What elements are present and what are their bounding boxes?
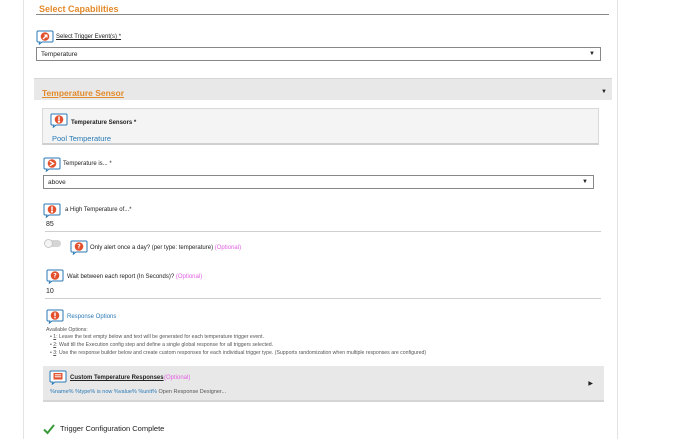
comparison-icon <box>43 157 61 172</box>
temperature-sensor-title: Temperature Sensor <box>42 88 125 98</box>
temperature-is-select[interactable]: above ▼ <box>43 175 594 189</box>
svg-text:?: ? <box>53 273 57 280</box>
custom-responses-icon <box>49 370 67 385</box>
question-icon: ? <box>46 269 64 284</box>
config-page: Select Capabilities Select Trigger Event… <box>23 0 618 439</box>
svg-text:?: ? <box>77 244 81 251</box>
temperature-sensors-label: Temperature Sensors * <box>71 120 137 126</box>
once-a-day-toggle[interactable] <box>44 239 61 248</box>
response-option-1: • 1: Leave the text empty below and text… <box>50 334 265 340</box>
temperature-is-value: above <box>48 179 66 186</box>
trigger-config-complete-label: Trigger Configuration Complete <box>60 424 165 433</box>
check-icon <box>43 422 55 439</box>
chevron-down-icon: ▼ <box>601 89 607 95</box>
custom-responses-summary: %name% %type% is now %value% %unit% Open… <box>50 389 226 395</box>
info-icon <box>46 309 64 324</box>
thermometer-icon <box>43 203 61 218</box>
custom-responses-title: Custom Temperature Responses <box>70 375 164 381</box>
thermometer-icon <box>50 113 68 128</box>
custom-responses-optional: (Optional) <box>164 375 191 381</box>
chevron-right-icon: ▶ <box>588 381 593 387</box>
chevron-down-icon: ▼ <box>582 179 588 185</box>
wait-between-input[interactable]: 10 <box>45 288 601 299</box>
temperature-sensors-device-box[interactable]: Temperature Sensors * Pool Temperature <box>42 108 599 145</box>
response-option-2: • 2: Wait till the Execution config step… <box>50 342 274 348</box>
available-options-text: Available Options: <box>46 327 88 333</box>
response-options-label: Response Options <box>67 314 117 320</box>
question-icon: ? <box>70 240 88 255</box>
once-a-day-label: Only alert once a day? (per type: temper… <box>90 245 242 251</box>
trigger-event-label: Select Trigger Event(s) * <box>56 34 122 40</box>
response-tokens: %name% %type% is now %value% %unit% <box>50 389 157 395</box>
temperature-is-label: Temperature is... * <box>63 161 112 167</box>
high-temperature-label: a High Temperature of...* <box>65 207 132 213</box>
toggle-knob <box>44 239 53 248</box>
section-title: Select Capabilities <box>39 4 119 14</box>
trigger-event-icon <box>36 30 54 45</box>
trigger-event-value: Temperature <box>41 51 78 58</box>
trigger-event-select[interactable]: Temperature ▼ <box>36 47 601 61</box>
custom-temperature-responses-panel[interactable]: Custom Temperature Responses (Optional) … <box>43 366 604 402</box>
high-temperature-input[interactable]: 85 <box>45 221 601 232</box>
temperature-sensor-panel-header[interactable]: Temperature Sensor ▼ <box>34 78 612 100</box>
wait-between-label: Wait between each report (In Seconds)? (… <box>67 274 203 280</box>
response-option-3: • 3: Use the response builder below and … <box>50 350 427 356</box>
chevron-down-icon: ▼ <box>589 51 595 57</box>
temperature-sensors-value[interactable]: Pool Temperature <box>52 134 111 143</box>
open-response-designer-link[interactable]: Open Response Designer... <box>159 389 227 395</box>
section-divider <box>36 14 609 15</box>
